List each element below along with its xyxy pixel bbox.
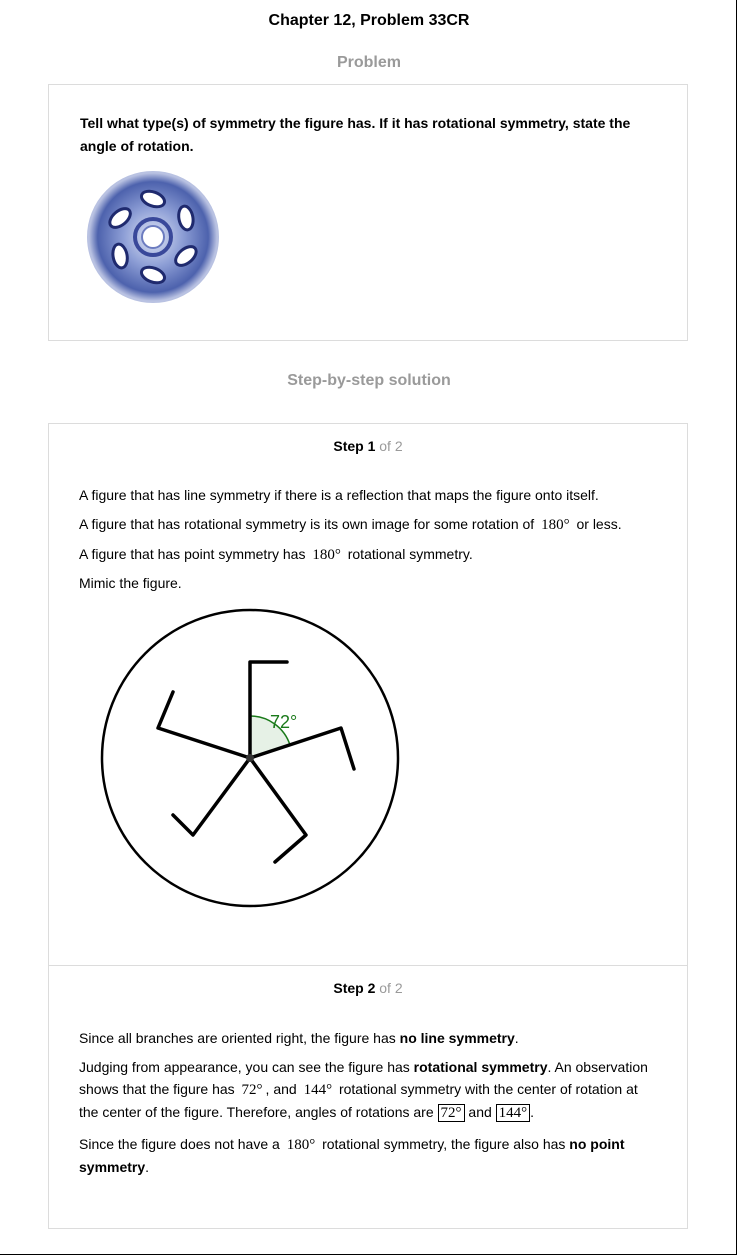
step2-p2-text-c: , and [265, 1081, 297, 1097]
step2-paragraph-2: Judging from appearance, you can see the… [79, 1056, 654, 1124]
step2-p3-text-a: Since the figure does not have a [79, 1136, 280, 1152]
step2-p2-text-f: . [530, 1104, 535, 1120]
step2-p1-text-b: . [514, 1030, 519, 1046]
answer-box-144: 144° [495, 1104, 531, 1122]
center-point [246, 754, 254, 762]
step1-p3-text-a: A figure that has point symmetry has [79, 546, 306, 562]
math-180: 180° [541, 517, 570, 533]
step2-header: Step 2 of 2 [49, 980, 687, 996]
wheel-image [87, 171, 219, 303]
step1-of: of 2 [379, 438, 403, 454]
step2-of: of 2 [379, 980, 403, 996]
step2-paragraph-3: Since the figure does not have a 180° ro… [79, 1133, 654, 1178]
math-144: 144° [303, 1082, 333, 1098]
solution-box: Step 1 of 2 A figure that has line symme… [48, 423, 688, 1229]
step1-paragraph-3: A figure that has point symmetry has 180… [79, 543, 654, 566]
step2-label: Step 2 [333, 980, 376, 996]
step1-label: Step 1 [333, 438, 376, 454]
page-title: Chapter 12, Problem 33CR [268, 12, 470, 29]
step1-p2-text-b: or less. [576, 516, 622, 532]
math-180: 180° [286, 1137, 316, 1153]
step1-header: Step 1 of 2 [49, 438, 687, 454]
angle-label: 72° [270, 712, 297, 732]
step2-p2-text-e: and [468, 1104, 492, 1120]
rotational-symmetry: rotational symmetry [413, 1059, 548, 1075]
step2-p3-text-c: . [145, 1159, 150, 1175]
step2-p3-text-b: rotational symmetry, the figure also has [322, 1136, 570, 1152]
answer-box-72: 72° [437, 1104, 465, 1122]
step-divider [49, 965, 687, 966]
rotation-diagram: 72° [100, 608, 400, 908]
no-line-symmetry: no line symmetry [399, 1030, 515, 1046]
step1-paragraph-4: Mimic the figure. [79, 575, 182, 591]
swastika-arm-3 [248, 756, 308, 864]
problem-box: Tell what type(s) of symmetry the figure… [48, 84, 688, 341]
solution-heading: Step-by-step solution [287, 372, 451, 389]
step2-p1-text-a: Since all branches are oriented right, t… [79, 1030, 400, 1046]
math-72: 72° [241, 1082, 263, 1098]
step2-p2-text-a: Judging from appearance, you can see the… [79, 1059, 414, 1075]
step1-paragraph-1: A figure that has line symmetry if there… [79, 487, 599, 503]
math-180: 180° [312, 547, 341, 563]
swastika-arm-5 [156, 690, 252, 760]
swastika-arm-4 [171, 756, 252, 837]
step1-paragraph-2: A figure that has rotational symmetry is… [79, 513, 654, 536]
step2-paragraph-1: Since all branches are oriented right, t… [79, 1027, 654, 1049]
step1-p3-text-b: rotational symmetry. [347, 546, 473, 562]
problem-heading: Problem [336, 54, 401, 71]
step1-p2-text-a: A figure that has rotational symmetry is… [79, 516, 535, 532]
problem-text: Tell what type(s) of symmetry the figure… [80, 115, 631, 154]
